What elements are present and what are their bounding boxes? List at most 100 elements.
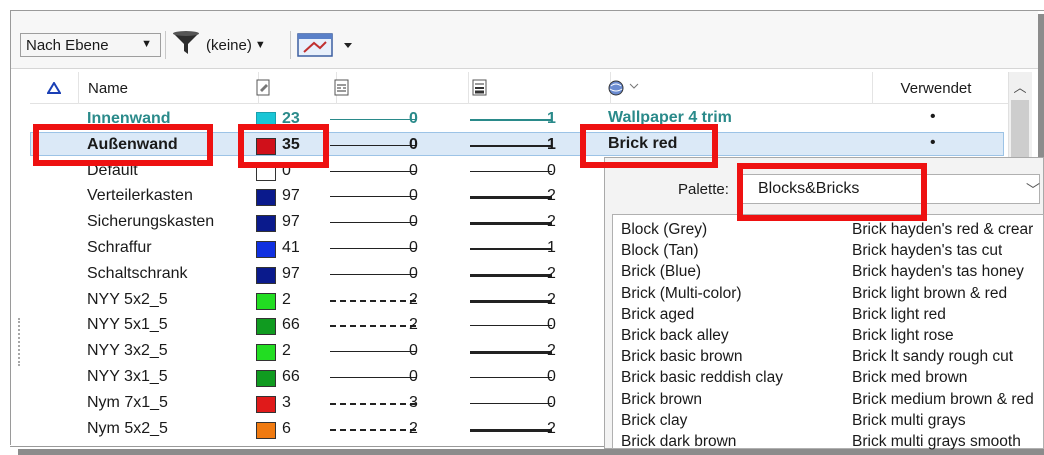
highlight-box-layer-name [33, 124, 213, 166]
layer-lineweight-sample[interactable] [470, 119, 552, 121]
layer-lineweight-sample[interactable] [470, 351, 552, 355]
layer-lineweight-sample[interactable] [470, 273, 552, 277]
column-header-material[interactable] [600, 72, 873, 104]
column-header-name[interactable]: Name [78, 72, 259, 104]
layer-linestyle-number: 2 [409, 290, 418, 308]
material-list-item[interactable]: Brick hayden's tas cut [852, 242, 1002, 260]
layer-name: NYY 5x2_5 [87, 290, 168, 308]
material-list-item[interactable]: Block (Tan) [621, 242, 699, 260]
chevron-down-icon: ﹀ [1026, 182, 1040, 198]
material-list-item[interactable]: Brick light brown & red [852, 285, 1007, 303]
layer-color-swatch[interactable] [256, 292, 276, 310]
toolbar-separator [290, 31, 291, 59]
filter-dropdown[interactable]: (keine) ▼ [170, 30, 285, 60]
layer-linestyle-sample[interactable] [330, 248, 416, 249]
layer-name: Sicherungskasten [87, 213, 215, 231]
column-header-lineweight[interactable] [462, 72, 611, 104]
material-list-item[interactable]: Brick multi grays [852, 412, 966, 430]
group-by-dropdown[interactable]: Nach Ebene ▼ [20, 33, 161, 57]
material-list-item[interactable]: Brick basic reddish clay [621, 369, 783, 387]
layer-linestyle-number: 2 [409, 419, 418, 437]
layer-lineweight-sample[interactable] [470, 222, 552, 226]
layer-lineweight-sample[interactable] [470, 428, 552, 432]
material-list-item[interactable]: Brick aged [621, 306, 694, 324]
layer-color-swatch[interactable] [256, 318, 276, 336]
scrollbar-thumb[interactable] [1011, 100, 1029, 160]
material-list-item[interactable]: Brick back alley [621, 327, 729, 345]
layer-linestyle-sample[interactable] [330, 273, 416, 275]
layer-linestyle-sample[interactable] [330, 299, 416, 302]
highlight-box-color [238, 124, 329, 168]
material-list-item[interactable]: Brick lt sandy rough cut [852, 348, 1013, 366]
layer-lineweight-sample[interactable] [470, 325, 552, 327]
material-list-item[interactable]: Brick multi grays smooth [852, 433, 1021, 451]
layer-lineweight-sample[interactable] [470, 144, 552, 147]
layer-lineweight-sample[interactable] [470, 402, 552, 404]
layer-lineweight-sample[interactable] [470, 248, 552, 250]
toolbar-separator [165, 31, 166, 59]
material-list-item[interactable]: Brick (Blue) [621, 263, 701, 281]
layer-linestyle-sample[interactable] [330, 119, 416, 120]
layer-view-dropdown[interactable] [296, 30, 358, 60]
material-list-item[interactable]: Brick hayden's tas honey [852, 263, 1024, 281]
layer-linestyle-sample[interactable] [330, 325, 416, 328]
material-list-item[interactable]: Block (Grey) [621, 221, 707, 239]
column-header-used[interactable]: Verwendet [864, 72, 1008, 104]
layer-color-swatch[interactable] [256, 266, 276, 284]
layer-lineweight-number: 1 [547, 110, 556, 127]
layer-lineweight-number: 2 [547, 419, 556, 437]
layer-view-icon [297, 33, 352, 57]
layer-linestyle-number: 0 [409, 187, 418, 205]
layer-lineweight-number: 1 [547, 239, 556, 256]
layer-lineweight-number: 0 [547, 316, 556, 334]
layer-lineweight-sample[interactable] [470, 377, 552, 378]
layer-linestyle-sample[interactable] [330, 428, 416, 431]
layer-color-swatch[interactable] [256, 215, 276, 233]
column-header-color[interactable] [248, 72, 337, 104]
layer-linestyle-number: 2 [409, 316, 418, 334]
material-list-item[interactable]: Brick light rose [852, 327, 954, 345]
layer-color-swatch[interactable] [256, 370, 276, 387]
layer-color-swatch[interactable] [256, 395, 276, 413]
highlight-box-palette [737, 163, 927, 221]
layer-color-number: 97 [282, 213, 300, 231]
layer-linestyle-sample[interactable] [330, 170, 416, 172]
column-header-linestyle[interactable] [328, 72, 469, 104]
column-header-name-label: Name [88, 79, 129, 97]
filter-funnel-icon [170, 29, 202, 61]
layer-lineweight-sample[interactable] [470, 299, 552, 303]
chevron-down-icon: ▼ [141, 38, 152, 50]
layer-lineweight-sample[interactable] [470, 170, 552, 172]
layer-lineweight-number: 2 [547, 342, 556, 360]
layer-linestyle-sample[interactable] [330, 196, 416, 198]
panel-splitter-handle[interactable] [18, 318, 21, 366]
material-list-item[interactable]: Brick med brown [852, 369, 967, 387]
linestyle-column-icon [334, 79, 349, 96]
material-list-item[interactable]: Brick brown [621, 391, 702, 409]
layer-color-swatch[interactable] [256, 421, 276, 439]
layer-color-number: 6 [282, 419, 291, 437]
material-list-item[interactable]: Brick basic brown [621, 348, 742, 366]
material-list-item[interactable]: Brick hayden's red & crear [852, 221, 1033, 239]
layer-linestyle-number: 0 [409, 342, 418, 360]
layer-name: Schaltschrank [87, 264, 188, 282]
material-list-item[interactable]: Brick medium brown & red [852, 391, 1034, 409]
palette-label: Palette: [678, 181, 729, 198]
layer-linestyle-sample[interactable] [330, 222, 416, 224]
layer-color-swatch[interactable] [256, 241, 276, 258]
scroll-up-button[interactable]: ︿ [1008, 72, 1032, 100]
layer-linestyle-sample[interactable] [330, 377, 416, 378]
layer-color-number: 97 [282, 264, 300, 282]
layer-lineweight-number: 0 [547, 393, 556, 411]
layer-color-swatch[interactable] [256, 344, 276, 362]
sort-indicator[interactable] [30, 72, 79, 104]
layer-lineweight-sample[interactable] [470, 196, 552, 200]
layer-linestyle-sample[interactable] [330, 144, 416, 146]
material-list-item[interactable]: Brick (Multi-color) [621, 285, 742, 303]
material-list-item[interactable]: Brick dark brown [621, 433, 736, 451]
material-list-item[interactable]: Brick clay [621, 412, 687, 430]
material-list-item[interactable]: Brick light red [852, 306, 946, 324]
layer-linestyle-sample[interactable] [330, 402, 416, 405]
layer-color-swatch[interactable] [256, 189, 276, 207]
layer-linestyle-sample[interactable] [330, 351, 416, 353]
